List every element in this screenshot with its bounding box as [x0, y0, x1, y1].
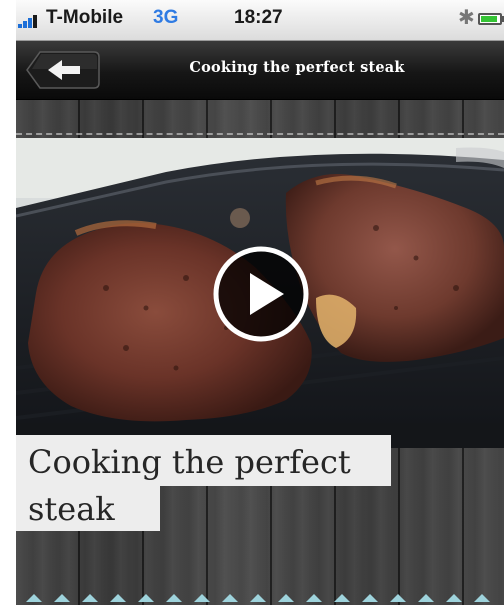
caption-line-2: steak [28, 490, 115, 528]
caption-title: Cooking the perfect steak [28, 439, 408, 533]
nav-title: Cooking the perfect steak [189, 59, 405, 76]
network-type: 3G [153, 7, 179, 28]
navigation-bar: Cooking the perfect steak [16, 41, 504, 100]
play-icon [213, 246, 309, 342]
play-button[interactable] [212, 245, 310, 343]
stitch-divider [16, 133, 504, 135]
bluetooth-icon: ✱ [458, 7, 475, 29]
signal-strength-icon [18, 14, 48, 28]
bottom-stitch-border [16, 588, 504, 605]
phone-screen: T-Mobile 3G 18:27 ✱ Cooking the perfect … [16, 0, 504, 605]
stitch-pattern [26, 594, 490, 602]
video-caption: Cooking the perfect steak [16, 435, 391, 531]
back-button[interactable] [26, 51, 100, 89]
battery-level [481, 16, 497, 22]
carrier-name: T-Mobile [46, 7, 124, 28]
back-arrow-icon [26, 51, 100, 89]
status-bar: T-Mobile 3G 18:27 ✱ [16, 0, 504, 41]
clock: 18:27 [234, 7, 283, 28]
caption-line-1: Cooking the perfect [28, 443, 351, 481]
screen: T-Mobile 3G 18:27 ✱ Cooking the perfect … [0, 0, 504, 605]
battery-icon [478, 13, 502, 25]
